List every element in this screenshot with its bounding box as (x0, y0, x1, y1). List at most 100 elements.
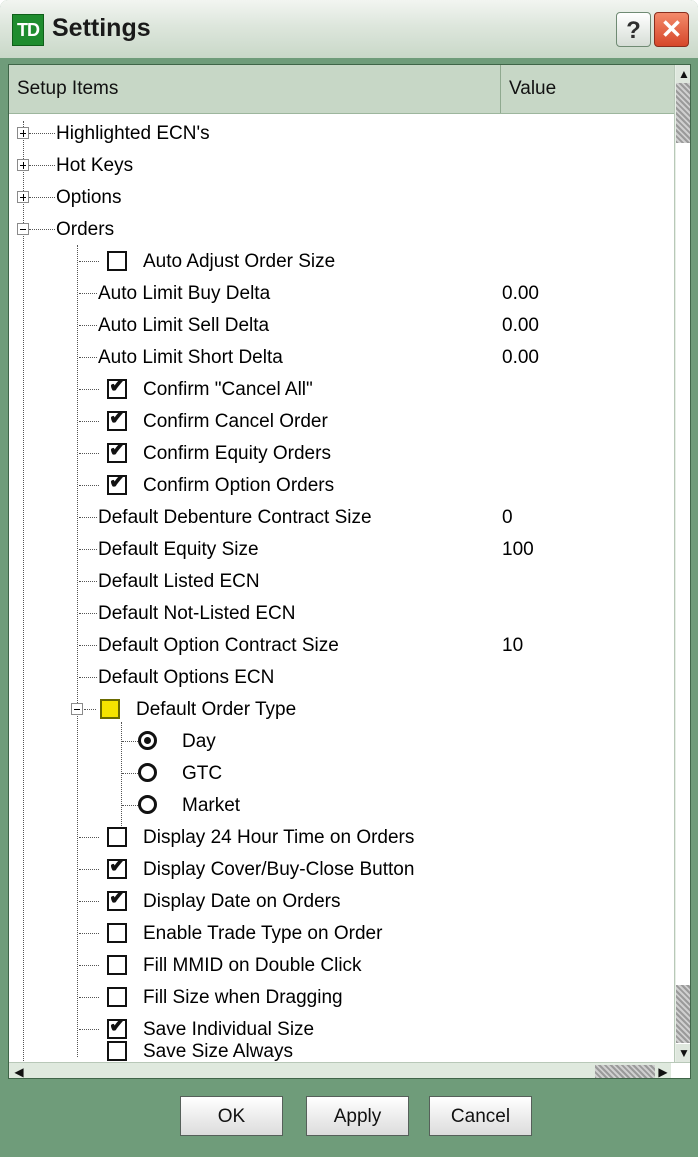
collapse-icon[interactable] (17, 223, 29, 235)
setting-fill-mmid-on-double-click[interactable]: Fill MMID on Double Click (9, 949, 669, 981)
tree-item-label: Hot Keys (56, 155, 134, 176)
setting-value[interactable]: 10 (502, 635, 523, 657)
apply-button[interactable]: Apply (306, 1096, 409, 1136)
help-button[interactable]: ? (616, 12, 651, 47)
setting-auto-limit-short-delta[interactable]: Auto Limit Short Delta 0.00 (9, 341, 669, 373)
checkbox[interactable] (107, 923, 127, 943)
tree-item-orders[interactable]: Orders (9, 213, 669, 245)
setting-auto-adjust-order-size[interactable]: Auto Adjust Order Size (9, 245, 669, 277)
tree-line (79, 293, 97, 294)
close-button[interactable]: ✕ (654, 12, 689, 47)
radio-button[interactable] (138, 763, 157, 782)
checkbox[interactable] (107, 827, 127, 847)
setting-value[interactable]: 0 (502, 507, 513, 529)
checkbox[interactable]: ✔ (107, 1016, 127, 1039)
column-header-value[interactable]: Value (501, 65, 674, 113)
tree-line (79, 837, 99, 838)
tree-item-highlighted-ecns[interactable]: Highlighted ECN's (9, 117, 669, 149)
setting-label: Auto Limit Buy Delta (98, 283, 271, 304)
setting-confirm-option-orders[interactable]: ✔ Confirm Option Orders (9, 469, 669, 501)
checkbox[interactable]: ✔ (107, 407, 127, 431)
check-icon: ✔ (109, 407, 126, 429)
radio-selected-dot (144, 737, 151, 744)
setting-default-equity-size[interactable]: Default Equity Size 100 (9, 533, 669, 565)
collapse-icon[interactable] (71, 703, 83, 715)
setting-label: Default Equity Size (98, 539, 259, 560)
setting-default-not-listed-ecn[interactable]: Default Not-Listed ECN (9, 597, 669, 629)
setting-label: Confirm Equity Orders (143, 443, 331, 464)
setting-confirm-cancel-order[interactable]: ✔ Confirm Cancel Order (9, 405, 669, 437)
column-header-setup-items[interactable]: Setup Items (9, 65, 501, 113)
setting-auto-limit-buy-delta[interactable]: Auto Limit Buy Delta 0.00 (9, 277, 669, 309)
checkbox[interactable]: ✔ (107, 439, 127, 463)
radio-button[interactable] (138, 731, 157, 750)
checkbox[interactable] (107, 955, 127, 975)
scroll-right-icon[interactable]: ▶ (655, 1063, 671, 1078)
scroll-left-icon[interactable]: ◀ (11, 1063, 27, 1078)
cancel-button[interactable]: Cancel (429, 1096, 532, 1136)
tree-line (79, 357, 97, 358)
tree-line (29, 197, 55, 198)
radio-option-day[interactable]: Day (9, 725, 669, 757)
setting-value[interactable]: 0.00 (502, 315, 539, 337)
setting-label: Auto Adjust Order Size (143, 251, 336, 272)
check-icon: ✔ (109, 375, 126, 397)
radio-button[interactable] (138, 795, 157, 814)
tree-line (79, 517, 97, 518)
scroll-down-icon[interactable]: ▼ (676, 1044, 690, 1062)
setting-confirm-cancel-all[interactable]: ✔ Confirm "Cancel All" (9, 373, 669, 405)
setting-value[interactable]: 100 (502, 539, 534, 561)
setting-display-date-on-orders[interactable]: ✔ Display Date on Orders (9, 885, 669, 917)
checkbox[interactable] (107, 987, 127, 1007)
expand-icon[interactable] (17, 159, 29, 171)
scroll-corner (671, 1063, 690, 1078)
check-icon: ✔ (109, 439, 126, 461)
scroll-thumb[interactable] (676, 83, 690, 143)
setting-default-option-contract-size[interactable]: Default Option Contract Size 10 (9, 629, 669, 661)
checkbox[interactable] (107, 1041, 127, 1061)
tree-item-label: Options (56, 187, 122, 208)
setting-confirm-equity-orders[interactable]: ✔ Confirm Equity Orders (9, 437, 669, 469)
tree-line (79, 869, 99, 870)
setting-default-order-type[interactable]: Default Order Type (9, 693, 669, 725)
column-header-label: Setup Items (17, 78, 119, 99)
setting-label: Default Option Contract Size (98, 635, 339, 656)
tree-line (79, 421, 99, 422)
tree-item-hot-keys[interactable]: Hot Keys (9, 149, 669, 181)
scroll-thumb-horizontal[interactable] (595, 1065, 655, 1078)
expand-icon[interactable] (17, 191, 29, 203)
radio-option-market[interactable]: Market (9, 789, 669, 821)
radio-label: Market (182, 795, 241, 816)
setting-save-size-always[interactable]: Save Size Always (9, 1041, 669, 1062)
tree-item-options[interactable]: Options (9, 181, 669, 213)
scroll-track[interactable] (676, 83, 690, 1044)
horizontal-scrollbar[interactable]: ◀ ▶ (9, 1062, 690, 1078)
scroll-grip[interactable] (676, 985, 690, 1043)
checkbox[interactable] (107, 251, 127, 271)
checkbox[interactable]: ✔ (107, 472, 127, 495)
setting-label: Confirm Cancel Order (143, 411, 328, 432)
checkbox[interactable]: ✔ (107, 888, 127, 911)
setting-display-24-hour-time[interactable]: Display 24 Hour Time on Orders (9, 821, 669, 853)
setting-default-debenture-contract-size[interactable]: Default Debenture Contract Size 0 (9, 501, 669, 533)
checkbox[interactable]: ✔ (107, 375, 127, 399)
setting-auto-limit-sell-delta[interactable]: Auto Limit Sell Delta 0.00 (9, 309, 669, 341)
tree-line (122, 741, 138, 742)
setting-display-cover-buy-close-button[interactable]: ✔ Display Cover/Buy-Close Button (9, 853, 669, 885)
setting-enable-trade-type-on-order[interactable]: Enable Trade Type on Order (9, 917, 669, 949)
setting-value[interactable]: 0.00 (502, 347, 539, 369)
radio-option-gtc[interactable]: GTC (9, 757, 669, 789)
setting-label: Fill Size when Dragging (143, 987, 343, 1008)
setting-default-listed-ecn[interactable]: Default Listed ECN (9, 565, 669, 597)
vertical-scrollbar[interactable]: ▲ ▼ (674, 65, 690, 1062)
ok-button[interactable]: OK (180, 1096, 283, 1136)
setting-label: Default Debenture Contract Size (98, 507, 372, 528)
setting-label: Save Individual Size (143, 1019, 315, 1040)
setting-fill-size-when-dragging[interactable]: Fill Size when Dragging (9, 981, 669, 1013)
setting-default-options-ecn[interactable]: Default Options ECN (9, 661, 669, 693)
setting-value[interactable]: 0.00 (502, 283, 539, 305)
expand-icon[interactable] (17, 127, 29, 139)
checkbox[interactable]: ✔ (107, 856, 127, 879)
scroll-up-icon[interactable]: ▲ (676, 65, 690, 83)
title-bar[interactable]: TD Settings ? ✕ (0, 0, 698, 58)
